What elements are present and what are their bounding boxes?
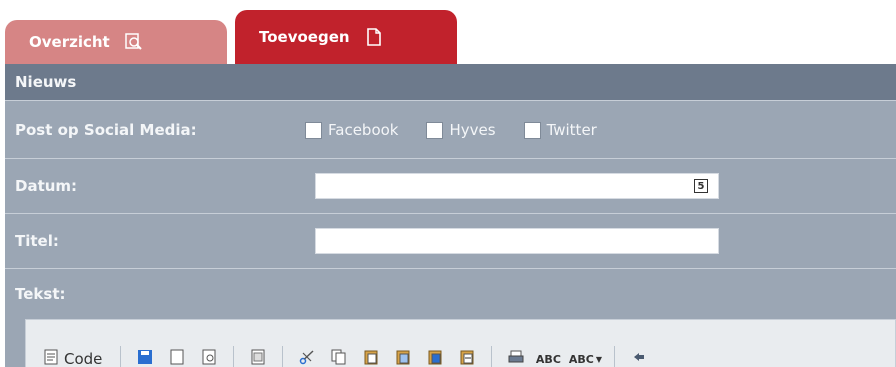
hyves-checkbox[interactable] bbox=[426, 121, 444, 139]
tab-bar: Overzicht Toevoegen bbox=[0, 0, 896, 64]
new-document-icon bbox=[364, 27, 384, 47]
text-label: Tekst: bbox=[15, 285, 66, 303]
spellcheck-dropdown-label: ABC bbox=[568, 352, 594, 366]
divider bbox=[5, 100, 896, 101]
spellcheck-button[interactable]: ABC bbox=[535, 347, 561, 367]
clipboard-icon bbox=[363, 349, 379, 367]
divider bbox=[5, 158, 896, 159]
tab-toevoegen[interactable]: Toevoegen bbox=[235, 10, 457, 64]
print-button[interactable] bbox=[504, 347, 528, 367]
section-title: Nieuws bbox=[15, 73, 77, 91]
cut-button[interactable] bbox=[295, 347, 319, 367]
twitter-option[interactable]: Twitter bbox=[523, 121, 597, 139]
title-label: Titel: bbox=[15, 232, 59, 250]
printer-icon bbox=[508, 349, 524, 367]
code-button[interactable]: Code bbox=[38, 347, 108, 367]
hyves-option[interactable]: Hyves bbox=[426, 121, 496, 139]
tab-overzicht[interactable]: Overzicht bbox=[5, 20, 227, 64]
save-button[interactable] bbox=[133, 347, 157, 367]
divider bbox=[5, 213, 896, 214]
editor-toolbar: Code ABC ABC ▼ bbox=[38, 342, 651, 367]
title-row: Titel: bbox=[5, 216, 896, 266]
spellcheck-dropdown-button[interactable]: ABC ▼ bbox=[568, 347, 602, 367]
save-icon bbox=[137, 349, 153, 367]
blank-page-icon bbox=[170, 349, 184, 367]
section-header: Nieuws bbox=[5, 64, 896, 100]
hyves-label: Hyves bbox=[449, 121, 496, 139]
text-row: Tekst: bbox=[5, 271, 896, 317]
tab-toevoegen-label: Toevoegen bbox=[259, 28, 350, 46]
undo-button[interactable] bbox=[627, 347, 651, 367]
social-media-label: Post op Social Media: bbox=[15, 121, 197, 139]
clipboard-word-icon bbox=[427, 349, 443, 367]
toolbar-separator bbox=[120, 346, 122, 367]
templates-button[interactable] bbox=[246, 347, 270, 367]
tab-overzicht-label: Overzicht bbox=[29, 33, 110, 51]
facebook-option[interactable]: Facebook bbox=[305, 121, 398, 139]
scissors-icon bbox=[299, 349, 315, 367]
copy-icon bbox=[331, 349, 347, 367]
social-checkboxes: Facebook Hyves Twitter bbox=[305, 121, 613, 139]
code-label: Code bbox=[64, 350, 103, 367]
paste-word-button[interactable] bbox=[423, 347, 447, 367]
social-media-row: Post op Social Media: Facebook Hyves Twi… bbox=[5, 104, 896, 156]
divider bbox=[5, 268, 896, 269]
paste-button[interactable] bbox=[359, 347, 383, 367]
news-form-panel: Nieuws Post op Social Media: Facebook Hy… bbox=[5, 64, 896, 367]
document-code-icon bbox=[44, 349, 58, 367]
facebook-checkbox[interactable] bbox=[305, 121, 322, 139]
new-page-button[interactable] bbox=[165, 347, 189, 367]
clipboard-special-icon bbox=[459, 349, 475, 367]
twitter-checkbox[interactable] bbox=[523, 121, 541, 139]
chevron-down-icon: ▼ bbox=[595, 354, 602, 364]
toolbar-separator bbox=[614, 346, 616, 367]
undo-arrow-icon bbox=[631, 349, 647, 367]
rich-text-editor[interactable]: Code ABC ABC ▼ bbox=[25, 319, 896, 367]
copy-button[interactable] bbox=[327, 347, 351, 367]
date-input[interactable]: 5 bbox=[315, 173, 719, 199]
paste-text-button[interactable] bbox=[391, 347, 415, 367]
toolbar-separator bbox=[233, 346, 235, 367]
facebook-label: Facebook bbox=[328, 121, 399, 139]
calendar-icon[interactable]: 5 bbox=[694, 179, 708, 193]
templates-icon bbox=[251, 349, 265, 367]
preview-button[interactable] bbox=[197, 347, 221, 367]
date-label: Datum: bbox=[15, 177, 78, 195]
magnifier-document-icon bbox=[124, 32, 144, 52]
preview-icon bbox=[202, 349, 216, 367]
paste-special-button[interactable] bbox=[455, 347, 479, 367]
clipboard-text-icon bbox=[395, 349, 411, 367]
toolbar-separator bbox=[491, 346, 493, 367]
spellcheck-label: ABC bbox=[535, 352, 561, 366]
date-row: Datum: 5 bbox=[5, 161, 896, 211]
twitter-label: Twitter bbox=[546, 121, 597, 139]
toolbar-separator bbox=[282, 346, 284, 367]
title-input[interactable] bbox=[315, 228, 719, 254]
